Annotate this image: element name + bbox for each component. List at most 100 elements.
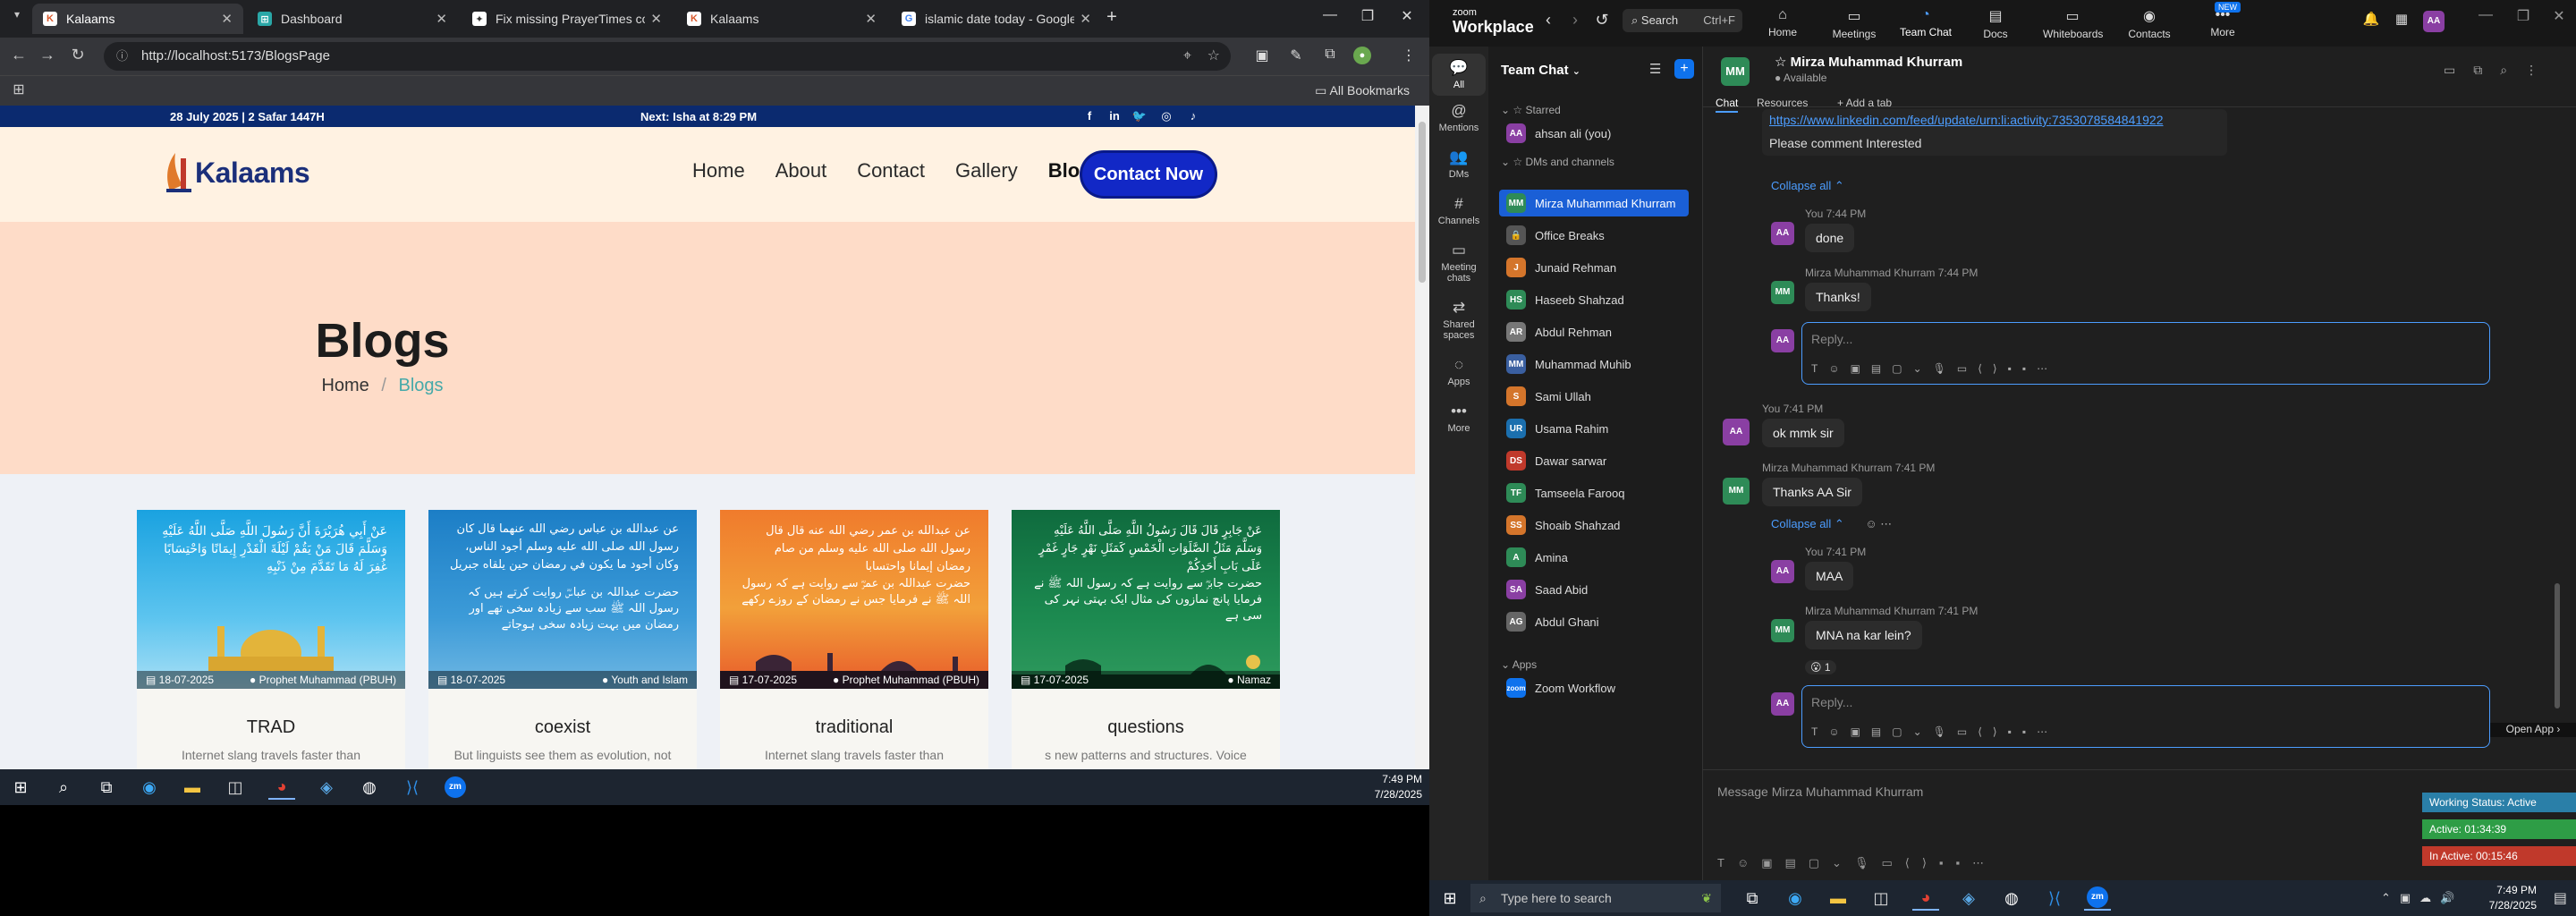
close-tab-icon[interactable]: ✕ (436, 11, 447, 27)
linkedin-icon[interactable]: in (1106, 109, 1123, 123)
profile-avatar[interactable]: AA (2422, 9, 2445, 32)
breadcrumb-home[interactable]: Home (321, 376, 369, 395)
history-icon[interactable]: ↺ (1590, 11, 1614, 30)
nav-home[interactable]: Home (692, 159, 745, 182)
new-tab-icon[interactable]: + (1097, 7, 1127, 28)
nav-gallery[interactable]: Gallery (955, 159, 1018, 182)
profile-avatar[interactable]: ● (1351, 47, 1374, 64)
section-apps[interactable]: ⌄ Apps (1501, 658, 1537, 671)
pen-icon[interactable]: ✎ (1284, 47, 1308, 64)
chat-header-actions[interactable]: ▭⧉⌕⋮ (2444, 63, 2555, 78)
store-icon[interactable]: ◫ (1868, 886, 1894, 911)
browser-tab[interactable]: K Kalaams ✕ (676, 4, 887, 34)
all-bookmarks[interactable]: ▭ All Bookmarks (1315, 83, 1410, 98)
site-info-icon[interactable]: ⓘ (116, 42, 128, 71)
windows-start-icon[interactable]: ⊞ (1436, 886, 1463, 911)
facebook-icon[interactable]: f (1080, 109, 1098, 123)
rail-more[interactable]: ••• More (1432, 403, 1486, 434)
sidebar-title[interactable]: Team Chat ⌄ (1501, 63, 1580, 78)
avatar[interactable]: MM (1721, 57, 1750, 86)
reply-toolbar[interactable]: T☺▣▤▢⌄🎙▭⟨⟩▪▪⋯ (1811, 725, 2058, 738)
github-icon[interactable]: ◍ (1998, 886, 2025, 911)
section-dms-channels[interactable]: ⌄ ☆ DMs and channels (1501, 156, 1614, 168)
sidebar-item-zoom-workflow[interactable]: zoom Zoom Workflow (1499, 674, 1689, 701)
reply-toolbar[interactable]: T☺▣▤▢⌄🎙▭⟨⟩▪▪⋯ (1811, 362, 2058, 375)
blog-card-title[interactable]: coexist (428, 717, 697, 738)
sidebar-item-contact[interactable]: SA Saad Abid (1499, 576, 1689, 603)
vscode-alt-icon[interactable]: ◈ (1955, 886, 1982, 911)
blog-card[interactable]: عن عبدالله بن عمر رضي الله عنه قال قال ر… (720, 510, 988, 769)
menu-kebab-icon[interactable]: ⋮ (1397, 47, 1420, 64)
blog-card[interactable]: عَنْ جَابِرٍ قَالَ قَالَ رَسُولُ اللَّهِ… (1012, 510, 1280, 769)
tiktok-icon[interactable]: ♪ (1184, 109, 1202, 123)
rail-dms[interactable]: 👥 DMs (1432, 148, 1486, 180)
vscode-alt-icon[interactable]: ◈ (313, 775, 340, 800)
vscode-icon[interactable]: ⟩⟨ (2041, 886, 2068, 911)
zoom-search[interactable]: ⌕ Search Ctrl+F (1623, 9, 1742, 32)
sidebar-item-contact[interactable]: J Junaid Rehman (1499, 254, 1689, 281)
blog-card-title[interactable]: questions (1012, 717, 1280, 738)
tab-team-chat[interactable]: ◔ Team Chat (1896, 7, 1955, 38)
browser-tab[interactable]: ⊞ Dashboard ✕ (247, 4, 458, 34)
tab-docs[interactable]: ▤ Docs (1966, 7, 2025, 40)
sidebar-item-contact[interactable]: HS Haseeb Shahzad (1499, 286, 1689, 313)
minimize-icon[interactable]: — (2470, 7, 2501, 23)
sidebar-item-contact[interactable]: DS Dawar sarwar (1499, 447, 1689, 474)
sidebar-item-contact[interactable]: MM Muhammad Muhib (1499, 351, 1689, 377)
rail-channels[interactable]: # Channels (1432, 195, 1486, 226)
close-tab-icon[interactable]: ✕ (865, 11, 877, 27)
tab-whiteboards[interactable]: ▭ Whiteboards (2043, 7, 2103, 40)
twitter-icon[interactable]: 🐦 (1131, 109, 1148, 123)
open-app-link[interactable]: Open App › (2490, 723, 2576, 737)
sidebar-item-contact[interactable]: MM Mirza Muhammad Khurram (1499, 190, 1689, 216)
chrome-icon[interactable]: ◕ (268, 775, 295, 800)
browser-tab[interactable]: ✦ Fix missing PrayerTimes compo ✕ (462, 4, 673, 34)
chat-scrollbar[interactable] (2555, 583, 2560, 708)
restore-icon[interactable]: ❐ (1352, 7, 1383, 25)
blog-card-title[interactable]: traditional (720, 717, 988, 738)
nav-contact[interactable]: Contact (857, 159, 925, 182)
filter-icon[interactable]: ☰ (1649, 61, 1661, 77)
blog-card[interactable]: عَنْ أَبِي هُرَيْرَةَ أَنَّ رَسُولَ اللَ… (137, 510, 405, 769)
contact-now-button[interactable]: Contact Now (1082, 153, 1215, 196)
taskbar-clock[interactable]: 7:49 PM 7/28/2025 (1375, 772, 1422, 802)
file-explorer-icon[interactable]: ▬ (1825, 886, 1852, 911)
github-icon[interactable]: ◍ (356, 775, 383, 800)
search-icon[interactable]: ⌕ (50, 775, 77, 800)
task-view-icon[interactable]: ⧉ (1739, 886, 1766, 911)
close-tab-icon[interactable]: ✕ (221, 11, 233, 27)
forward-icon[interactable]: → (36, 46, 59, 64)
sidebar-item-contact[interactable]: SS Shoaib Shahzad (1499, 512, 1689, 539)
tab-resources[interactable]: Resources (1757, 97, 1808, 109)
sidebar-item-self[interactable]: AA ahsan ali (you) (1499, 120, 1689, 147)
zoom-icon[interactable]: zm (442, 775, 469, 800)
tab-contacts[interactable]: ◉ Contacts (2120, 7, 2179, 40)
blog-card-title[interactable]: TRAD (137, 717, 405, 738)
tab-home[interactable]: ⌂ Home (1753, 7, 1812, 38)
chrome-icon[interactable]: ◕ (1912, 886, 1939, 911)
post-link[interactable]: https://www.linkedin.com/feed/update/urn… (1769, 113, 2220, 127)
system-tray-icons[interactable]: ⌃▣☁🔊 (2381, 891, 2463, 905)
sidebar-item-contact[interactable]: AG Abdul Ghani (1499, 608, 1689, 635)
windows-start-icon[interactable]: ⊞ (7, 775, 34, 800)
compose-toolbar[interactable]: T☺▣▤▢⌄🎙▭⟨⟩▪▪⋯ (1717, 856, 1996, 870)
edge-icon[interactable]: ◉ (1782, 886, 1809, 911)
collapse-all-link[interactable]: Collapse all ⌃ ☺ ⋯ (1771, 517, 1892, 531)
browser-tab[interactable]: G islamic date today - Google Sea ✕ (891, 4, 1102, 34)
rail-meeting-chats[interactable]: ▭ Meeting chats (1432, 242, 1486, 284)
restore-icon[interactable]: ❐ (2508, 7, 2538, 25)
edge-icon[interactable]: ◉ (136, 775, 163, 800)
bookmark-star-icon[interactable]: ☆ (1208, 42, 1220, 71)
section-starred[interactable]: ⌄ ☆ Starred (1501, 104, 1561, 116)
store-icon[interactable]: ◫ (222, 775, 249, 800)
tab-chat[interactable]: Chat (1716, 97, 1739, 113)
close-tab-icon[interactable]: ✕ (1080, 11, 1091, 27)
rail-all[interactable]: 💬 All (1432, 54, 1486, 96)
apps-grid-icon[interactable]: ⊞ (7, 81, 30, 98)
thread-reply-input[interactable]: Reply... T☺▣▤▢⌄🎙▭⟨⟩▪▪⋯ (1801, 322, 2490, 385)
vscode-icon[interactable]: ⟩⟨ (399, 775, 426, 800)
sidebar-item-contact[interactable]: UR Usama Rahim (1499, 415, 1689, 442)
tab-add[interactable]: + Add a tab (1837, 97, 1892, 109)
extension-icon[interactable]: ▣ (1250, 47, 1274, 64)
chat-contact-name[interactable]: ☆ Mirza Muhammad Khurram (1775, 54, 1962, 70)
